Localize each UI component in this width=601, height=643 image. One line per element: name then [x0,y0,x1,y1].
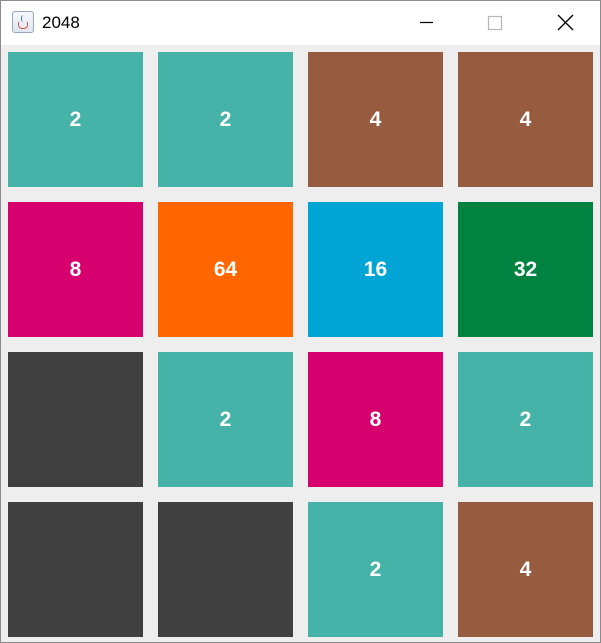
tile-2: 2 [308,502,443,637]
maximize-button[interactable] [472,1,518,45]
cup-shape [18,22,28,29]
steam-shape [21,15,25,22]
minimize-icon [420,21,433,24]
window-title: 2048 [42,13,80,32]
tile-64: 64 [158,202,293,337]
tile-8: 8 [308,352,443,487]
game-window: 2048 2 2 4 4 8 64 16 32 2 8 2 2 4 [0,0,601,643]
tile-2: 2 [158,352,293,487]
tile-16: 16 [308,202,443,337]
close-icon [557,14,574,31]
game-board[interactable]: 2 2 4 4 8 64 16 32 2 8 2 2 4 [2,46,600,642]
tile-2: 2 [8,52,143,187]
empty-tile [8,352,143,487]
close-button[interactable] [542,1,588,45]
tile-8: 8 [8,202,143,337]
empty-tile [8,502,143,637]
title-bar[interactable]: 2048 [1,1,600,45]
maximize-icon [487,15,503,31]
tile-4: 4 [308,52,443,187]
tile-4: 4 [458,502,593,637]
tile-4: 4 [458,52,593,187]
empty-tile [158,502,293,637]
minimize-button[interactable] [403,1,449,45]
tile-2: 2 [458,352,593,487]
tile-2: 2 [158,52,293,187]
tile-32: 32 [458,202,593,337]
java-cup-icon[interactable] [12,11,34,33]
